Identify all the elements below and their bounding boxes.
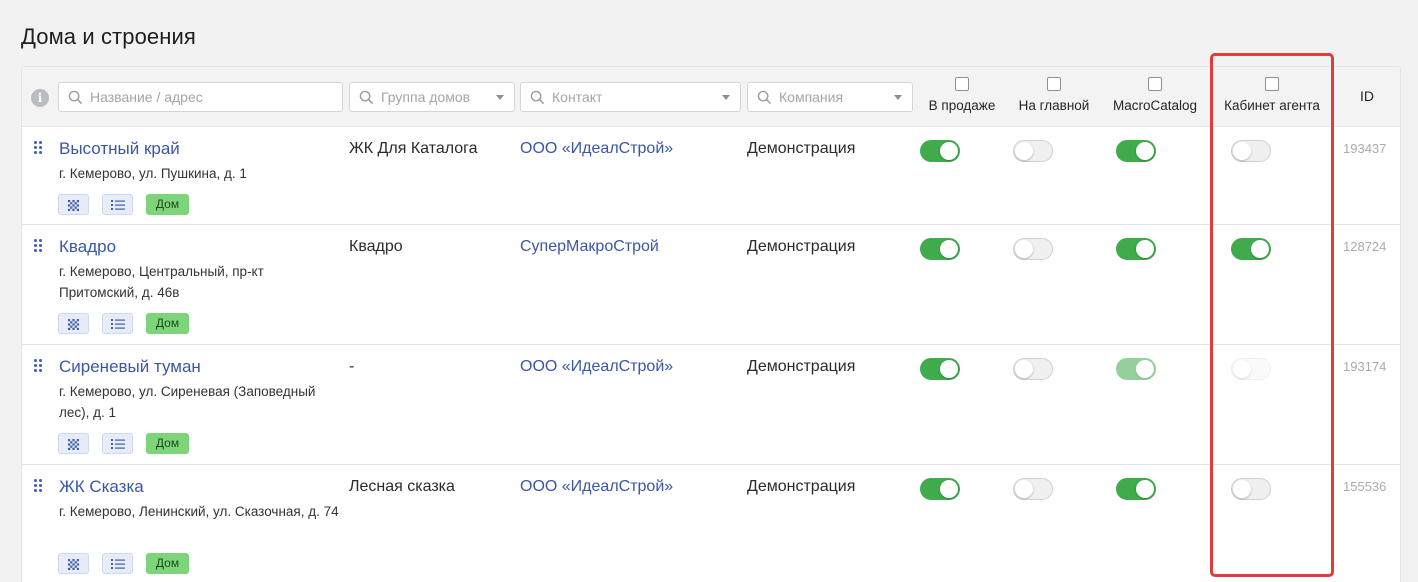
house-address: г. Кемерово, Центральный, пр-кт Притомск… bbox=[59, 264, 264, 300]
search-icon bbox=[359, 90, 374, 105]
house-group: Лесная сказка bbox=[349, 478, 455, 495]
on-sale-toggle[interactable] bbox=[920, 140, 960, 162]
name-address-placeholder: Название / адрес bbox=[90, 89, 203, 105]
list-button[interactable] bbox=[102, 433, 133, 454]
agent-cabinet-highlight bbox=[1210, 53, 1334, 577]
houses-table: i Название / адрес Группа домов Контакт … bbox=[21, 66, 1401, 582]
list-button[interactable] bbox=[102, 553, 133, 574]
on-sale-toggle[interactable] bbox=[920, 238, 960, 260]
chevron-down-icon bbox=[894, 95, 902, 100]
macro-catalog-toggle[interactable] bbox=[1116, 140, 1156, 162]
column-id: ID bbox=[1360, 88, 1374, 104]
drag-handle-icon[interactable] bbox=[34, 479, 44, 493]
contact-link[interactable]: ООО «ИдеалСтрой» bbox=[520, 358, 673, 376]
on-main-toggle[interactable] bbox=[1013, 478, 1053, 500]
chessboard-button[interactable] bbox=[58, 433, 89, 454]
contact-link[interactable]: ООО «ИдеалСтрой» bbox=[520, 478, 673, 496]
table-row: Квадро г. Кемерово, Центральный, пр-кт Пр… bbox=[22, 225, 1400, 345]
macro-catalog-toggle[interactable] bbox=[1116, 478, 1156, 500]
house-address: г. Кемерово, ул. Пушкина, д. 1 bbox=[59, 166, 247, 181]
search-icon bbox=[530, 90, 545, 105]
type-tag[interactable]: Дом bbox=[146, 194, 189, 215]
column-on-sale: В продаже bbox=[922, 77, 1002, 113]
company: Демонстрация bbox=[747, 358, 856, 375]
on-sale-toggle[interactable] bbox=[920, 478, 960, 500]
info-icon[interactable]: i bbox=[31, 89, 49, 107]
house-name-link[interactable]: Сиреневый туман bbox=[59, 357, 201, 377]
house-id: 128724 bbox=[1343, 239, 1387, 254]
chessboard-button[interactable] bbox=[58, 313, 89, 334]
company: Демонстрация bbox=[747, 140, 856, 157]
house-id: 193174 bbox=[1343, 359, 1387, 374]
contact-link[interactable]: СуперМакроСтрой bbox=[520, 238, 659, 256]
list-button[interactable] bbox=[102, 313, 133, 334]
on-main-toggle[interactable] bbox=[1013, 238, 1053, 260]
column-macro-catalog: MacroCatalog bbox=[1107, 77, 1203, 113]
house-group: ЖК Для Каталога bbox=[349, 140, 478, 157]
on-main-toggle[interactable] bbox=[1013, 140, 1053, 162]
list-button[interactable] bbox=[102, 194, 133, 215]
name-address-filter[interactable]: Название / адрес bbox=[58, 82, 343, 112]
type-tag[interactable]: Дом bbox=[146, 313, 189, 334]
house-address: г. Кемерово, Ленинский, ул. Сказочная, д… bbox=[59, 504, 339, 519]
table-row: ЖК Сказка г. Кемерово, Ленинский, ул. Ска… bbox=[22, 465, 1400, 582]
type-tag[interactable]: Дом bbox=[146, 433, 189, 454]
house-name-link[interactable]: Квадро bbox=[59, 237, 116, 257]
contact-placeholder: Контакт bbox=[552, 89, 603, 105]
chessboard-button[interactable] bbox=[58, 194, 89, 215]
select-all-on-sale-checkbox[interactable] bbox=[955, 77, 969, 91]
column-on-main: На главной bbox=[1013, 77, 1095, 113]
column-macro-catalog-label: MacroCatalog bbox=[1112, 98, 1198, 113]
on-main-toggle[interactable] bbox=[1013, 358, 1053, 380]
type-tag[interactable]: Дом bbox=[146, 553, 189, 574]
search-icon bbox=[757, 90, 772, 105]
drag-handle-icon[interactable] bbox=[34, 239, 44, 253]
search-icon bbox=[68, 90, 83, 105]
table-header: i Название / адрес Группа домов Контакт … bbox=[22, 67, 1400, 127]
house-id: 155536 bbox=[1343, 479, 1387, 494]
company-placeholder: Компания bbox=[779, 89, 844, 105]
house-group: - bbox=[349, 358, 355, 375]
column-on-sale-label: В продаже bbox=[928, 98, 996, 113]
company: Демонстрация bbox=[747, 478, 856, 495]
house-name-link[interactable]: ЖК Сказка bbox=[59, 477, 144, 497]
contact-link[interactable]: ООО «ИдеалСтрой» bbox=[520, 140, 673, 158]
select-all-macro-catalog-checkbox[interactable] bbox=[1148, 77, 1162, 91]
house-group: Квадро bbox=[349, 238, 403, 255]
table-row: Сиреневый туман г. Кемерово, ул. Сиренева… bbox=[22, 345, 1400, 465]
chessboard-button[interactable] bbox=[58, 553, 89, 574]
page-title: Дома и строения bbox=[21, 24, 196, 49]
contact-filter[interactable]: Контакт bbox=[520, 82, 741, 112]
drag-handle-icon[interactable] bbox=[34, 141, 44, 155]
macro-catalog-toggle[interactable] bbox=[1116, 238, 1156, 260]
chevron-down-icon bbox=[496, 95, 504, 100]
house-id: 193437 bbox=[1343, 141, 1387, 156]
drag-handle-icon[interactable] bbox=[34, 359, 44, 373]
macro-catalog-toggle bbox=[1116, 358, 1156, 380]
select-all-on-main-checkbox[interactable] bbox=[1047, 77, 1061, 91]
company-filter[interactable]: Компания bbox=[747, 82, 913, 112]
company: Демонстрация bbox=[747, 238, 856, 255]
house-name-link[interactable]: Высотный край bbox=[59, 139, 180, 159]
house-group-placeholder: Группа домов bbox=[381, 89, 471, 105]
on-sale-toggle[interactable] bbox=[920, 358, 960, 380]
column-on-main-label: На главной bbox=[1018, 98, 1090, 113]
house-address: г. Кемерово, ул. Сиреневая (Заповедный л… bbox=[59, 384, 316, 420]
table-row: Высотный край г. Кемерово, ул. Пушкина, д… bbox=[22, 127, 1400, 225]
house-group-filter[interactable]: Группа домов bbox=[349, 82, 515, 112]
chevron-down-icon bbox=[722, 95, 730, 100]
